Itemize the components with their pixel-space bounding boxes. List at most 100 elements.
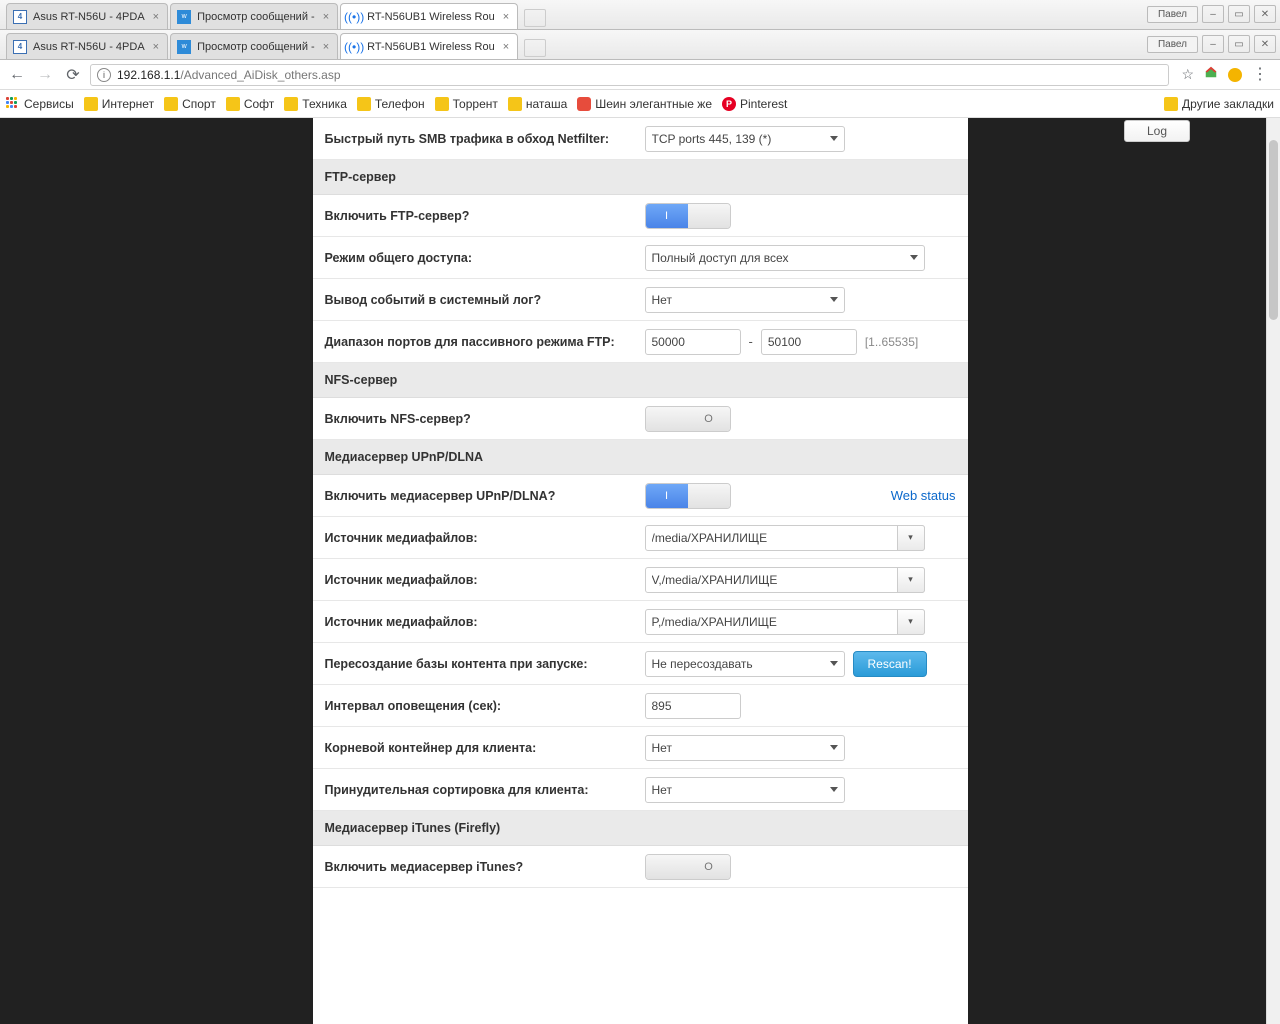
close-icon[interactable]: × [323, 41, 329, 53]
settings-panel: Быстрый путь SMB трафика в обход Netfilt… [313, 118, 968, 1024]
tab-router[interactable]: ((•))RT-N56UB1 Wireless Rou× [340, 33, 518, 59]
user-chip[interactable]: Павел [1147, 6, 1198, 23]
home-icon[interactable] [1204, 65, 1218, 84]
url-host: 192.168.1.1 [117, 68, 180, 82]
row-media-src-3: Источник медиафайлов: ▾ [313, 601, 968, 643]
bookmark-item[interactable]: Софт [226, 97, 274, 111]
ftp-passive-label: Диапазон портов для пассивного режима FT… [325, 335, 645, 349]
log-button[interactable]: Log [1124, 120, 1190, 142]
media-src-2-combo[interactable]: ▾ [645, 567, 925, 593]
bookmark-item[interactable]: Спорт [164, 97, 216, 111]
row-rebuild: Пересоздание базы контента при запуске: … [313, 643, 968, 685]
media-src-3-combo[interactable]: ▾ [645, 609, 925, 635]
bookmark-item[interactable]: Техника [284, 97, 347, 111]
ftp-passive-from-input[interactable] [645, 329, 741, 355]
itunes-enable-toggle[interactable] [645, 854, 731, 880]
close-icon[interactable]: × [503, 41, 509, 53]
nfs-enable-label: Включить NFS-сервер? [325, 412, 645, 426]
rebuild-select[interactable]: Не пересоздавать [645, 651, 845, 677]
extension-icon[interactable] [1228, 68, 1242, 82]
ftp-enable-label: Включить FTP-сервер? [325, 209, 645, 223]
smb-fastpath-select[interactable]: TCP ports 445, 139 (*) [645, 126, 845, 152]
bookmark-star-icon[interactable]: ☆ [1181, 66, 1194, 83]
shein-icon [577, 97, 591, 111]
address-bar[interactable]: i 192.168.1.1/Advanced_AiDisk_others.asp [90, 64, 1169, 86]
row-ftp-enable: Включить FTP-сервер? [313, 195, 968, 237]
rebuild-label: Пересоздание базы контента при запуске: [325, 657, 645, 671]
dlna-enable-label: Включить медиасервер UPnP/DLNA? [325, 489, 645, 503]
smb-label: Быстрый путь SMB трафика в обход Netfilt… [325, 132, 645, 146]
maximize-icon[interactable]: ▭ [1228, 5, 1250, 23]
tab-webos[interactable]: wПросмотр сообщений -× [170, 33, 338, 59]
new-tab-button[interactable] [524, 9, 546, 27]
dlna-enable-toggle[interactable] [645, 483, 731, 509]
pinterest-icon: P [722, 97, 736, 111]
tab-title: Asus RT-N56U - 4PDA [33, 11, 145, 23]
minimize-icon[interactable]: – [1202, 35, 1224, 53]
tab-title: Просмотр сообщений - [197, 11, 315, 23]
bookmark-item[interactable]: Интернет [84, 97, 154, 111]
bookmark-item[interactable]: наташа [508, 97, 567, 111]
menu-icon[interactable]: ⋮ [1252, 67, 1268, 83]
bookmark-shein[interactable]: Шеин элегантные же [577, 97, 712, 111]
chevron-down-icon[interactable]: ▾ [897, 567, 925, 593]
media-src-2-input[interactable] [645, 567, 925, 593]
back-icon[interactable]: ← [6, 64, 28, 86]
close-icon[interactable]: × [503, 11, 509, 23]
new-tab-button[interactable] [524, 39, 546, 57]
section-itunes: Медиасервер iTunes (Firefly) [313, 811, 968, 846]
close-window-icon[interactable]: ✕ [1254, 35, 1276, 53]
ftp-log-select[interactable]: Нет [645, 287, 845, 313]
web-status-link[interactable]: Web status [891, 488, 956, 503]
chevron-down-icon[interactable]: ▾ [897, 609, 925, 635]
close-window-icon[interactable]: ✕ [1254, 5, 1276, 23]
minimize-icon[interactable]: – [1202, 5, 1224, 23]
bookmarks-bar: Сервисы Интернет Спорт Софт Техника Теле… [0, 90, 1280, 118]
media-src-label: Источник медиафайлов: [325, 531, 645, 545]
url-path: /Advanced_AiDisk_others.asp [180, 68, 340, 82]
section-nfs: NFS-сервер [313, 363, 968, 398]
vertical-scrollbar[interactable] [1266, 118, 1280, 1024]
folder-icon [164, 97, 178, 111]
media-src-1-input[interactable] [645, 525, 925, 551]
media-src-1-combo[interactable]: ▾ [645, 525, 925, 551]
favicon-webos-icon: w [177, 40, 191, 54]
close-icon[interactable]: × [323, 11, 329, 23]
folder-icon [284, 97, 298, 111]
close-icon[interactable]: × [153, 11, 159, 23]
user-chip[interactable]: Павел [1147, 36, 1198, 53]
notify-interval-input[interactable] [645, 693, 741, 719]
ftp-share-select[interactable]: Полный доступ для всех [645, 245, 925, 271]
row-ftp-share: Режим общего доступа: Полный доступ для … [313, 237, 968, 279]
site-info-icon[interactable]: i [97, 68, 111, 82]
tab-webos[interactable]: wПросмотр сообщений -× [170, 3, 338, 29]
section-ftp: FTP-сервер [313, 160, 968, 195]
ftp-enable-toggle[interactable] [645, 203, 731, 229]
scrollbar-thumb[interactable] [1269, 140, 1278, 320]
folder-icon [357, 97, 371, 111]
maximize-icon[interactable]: ▭ [1228, 35, 1250, 53]
tab-4pda[interactable]: 4Asus RT-N56U - 4PDA× [6, 3, 168, 29]
bookmark-item[interactable]: Телефон [357, 97, 425, 111]
bookmark-pinterest[interactable]: PPinterest [722, 97, 787, 111]
favicon-wifi-icon: ((•)) [347, 10, 361, 24]
other-bookmarks[interactable]: Другие закладки [1164, 97, 1274, 111]
ftp-passive-to-input[interactable] [761, 329, 857, 355]
tab-title: RT-N56UB1 Wireless Rou [367, 11, 495, 23]
reload-icon[interactable]: ⟳ [62, 64, 84, 86]
rescan-button[interactable]: Rescan! [853, 651, 927, 677]
bookmark-item[interactable]: Торрент [435, 97, 498, 111]
force-sort-select[interactable]: Нет [645, 777, 845, 803]
apps-shortcut[interactable]: Сервисы [6, 97, 74, 111]
tab-title: Asus RT-N56U - 4PDA [33, 41, 145, 53]
root-label: Корневой контейнер для клиента: [325, 741, 645, 755]
folder-icon [226, 97, 240, 111]
close-icon[interactable]: × [153, 41, 159, 53]
chevron-down-icon[interactable]: ▾ [897, 525, 925, 551]
tab-router[interactable]: ((•)) RT-N56UB1 Wireless Rou × [340, 3, 518, 29]
root-container-select[interactable]: Нет [645, 735, 845, 761]
media-src-3-input[interactable] [645, 609, 925, 635]
row-media-src-2: Источник медиафайлов: ▾ [313, 559, 968, 601]
nfs-enable-toggle[interactable] [645, 406, 731, 432]
tab-4pda[interactable]: 4Asus RT-N56U - 4PDA× [6, 33, 168, 59]
